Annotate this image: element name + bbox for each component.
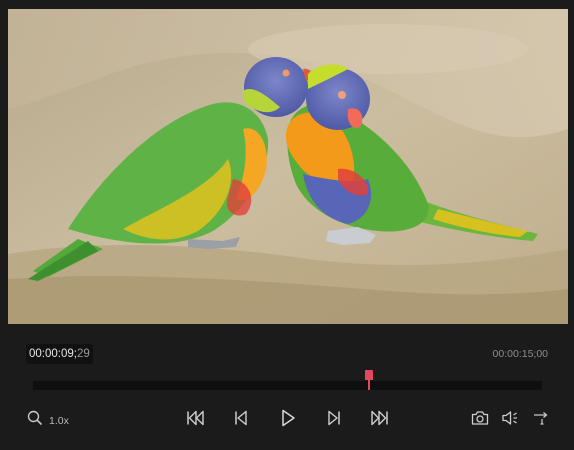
video-preview[interactable]: [8, 9, 568, 324]
current-time: 00:00:09;: [29, 348, 77, 360]
current-timecode: 00:00:09;29: [26, 344, 93, 364]
previous-frame-button[interactable]: [231, 406, 251, 430]
next-frame-icon: [328, 410, 340, 426]
timeline-scrubber[interactable]: [33, 370, 542, 390]
play-button[interactable]: [277, 406, 299, 430]
camera-icon: [471, 411, 489, 425]
video-frame-image: [8, 9, 568, 324]
search-icon[interactable]: [27, 410, 43, 426]
playhead-line: [368, 380, 370, 390]
current-frames: 29: [76, 348, 90, 360]
zoom-control[interactable]: 1.0x: [27, 406, 77, 430]
play-icon: [282, 409, 295, 427]
zoom-level: 1.0x: [49, 415, 69, 427]
playhead[interactable]: [364, 370, 373, 390]
skip-to-start-button[interactable]: [185, 406, 207, 430]
skip-to-end-button[interactable]: [368, 406, 390, 430]
volume-button[interactable]: [500, 406, 520, 430]
loop-icon: [534, 412, 548, 425]
timeline-track[interactable]: [33, 381, 542, 390]
skip-to-end-icon: [371, 410, 388, 426]
speaker-icon: [502, 411, 517, 425]
loop-button[interactable]: [531, 406, 551, 430]
playhead-handle[interactable]: [364, 370, 373, 380]
next-frame-button[interactable]: [324, 406, 344, 430]
total-duration: 00:00:15;00: [492, 348, 548, 360]
snapshot-button[interactable]: [470, 406, 490, 430]
skip-to-start-icon: [187, 410, 204, 426]
previous-frame-icon: [235, 410, 247, 426]
